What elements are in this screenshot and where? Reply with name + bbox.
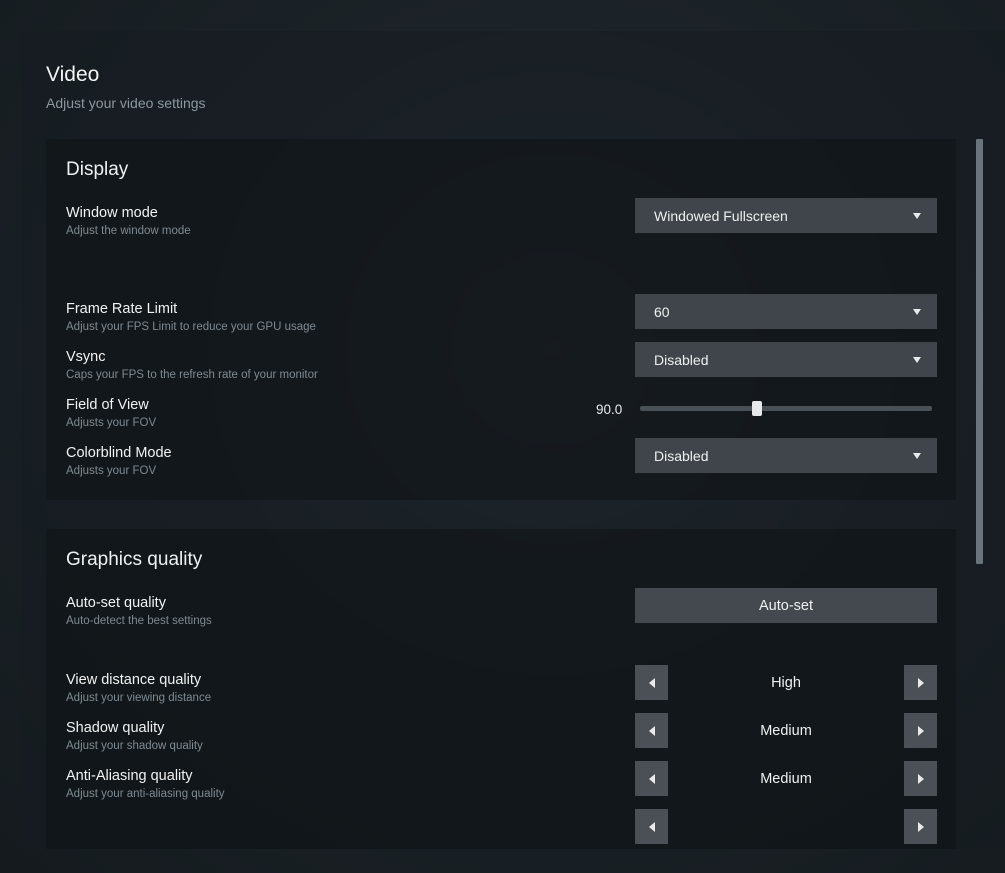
stepper-value: Medium: [760, 723, 812, 739]
setting-label: Vsync: [66, 349, 106, 365]
setting-label: Anti-Aliasing quality: [66, 768, 193, 784]
vsync-dropdown[interactable]: Disabled: [635, 342, 937, 377]
display-section: Display Window mode Adjust the window mo…: [46, 139, 956, 500]
arrow-right-icon: [917, 725, 924, 736]
slider-thumb[interactable]: [751, 401, 762, 416]
scrollbar[interactable]: [976, 139, 983, 564]
setting-auto-set-quality: Auto-set quality Auto-detect the best se…: [66, 588, 937, 635]
setting-description: Auto-detect the best settings: [66, 615, 212, 627]
setting-label: Window mode: [66, 205, 158, 221]
dropdown-value: Windowed Fullscreen: [654, 208, 788, 224]
dropdown-value: 60: [654, 304, 670, 320]
next-button[interactable]: [904, 713, 937, 748]
setting-description: Adjust your viewing distance: [66, 692, 212, 704]
caret-down-icon: [913, 453, 921, 459]
setting-label: View distance quality: [66, 672, 202, 688]
setting-shadow-quality: Shadow quality Adjust your shadow qualit…: [66, 713, 937, 760]
previous-button[interactable]: [635, 665, 668, 700]
setting-description: Adjust your anti-aliasing quality: [66, 788, 225, 800]
setting-anti-aliasing-quality: Anti-Aliasing quality Adjust your anti-a…: [66, 761, 937, 808]
section-title-display: Display: [66, 159, 129, 180]
caret-down-icon: [913, 213, 921, 219]
setting-label: Field of View: [66, 397, 149, 413]
graphics-quality-section: Graphics quality Auto-set quality Auto-d…: [46, 529, 956, 849]
dropdown-value: Disabled: [654, 352, 709, 368]
setting-colorblind-mode: Colorblind Mode Adjusts your FOV Disable…: [66, 438, 937, 485]
setting-description: Adjusts your FOV: [66, 465, 157, 477]
page-title: Video: [46, 63, 100, 86]
fov-slider[interactable]: [640, 401, 932, 416]
setting-field-of-view: Field of View Adjusts your FOV 90.0: [66, 397, 936, 437]
frame-rate-dropdown[interactable]: 60: [635, 294, 937, 329]
caret-down-icon: [913, 309, 921, 315]
arrow-left-icon: [648, 821, 655, 832]
previous-button[interactable]: [635, 761, 668, 796]
video-settings-panel: Video Adjust your video settings Display…: [21, 31, 1005, 849]
setting-label: Frame Rate Limit: [66, 301, 178, 317]
dropdown-value: Disabled: [654, 448, 709, 464]
setting-label: Colorblind Mode: [66, 445, 172, 461]
setting-partial-row: [66, 809, 937, 849]
colorblind-dropdown[interactable]: Disabled: [635, 438, 937, 473]
setting-label: Shadow quality: [66, 720, 165, 736]
next-button[interactable]: [904, 809, 937, 844]
stepper-value: Medium: [760, 771, 812, 787]
setting-description: Adjust your shadow quality: [66, 740, 203, 752]
arrow-left-icon: [648, 677, 655, 688]
panel-header: Video Adjust your video settings: [46, 63, 206, 111]
partial-stepper: [635, 809, 937, 844]
window-mode-dropdown[interactable]: Windowed Fullscreen: [635, 198, 937, 233]
setting-description: Adjust your FPS Limit to reduce your GPU…: [66, 321, 316, 333]
settings-scroll-area[interactable]: Display Window mode Adjust the window mo…: [46, 139, 956, 849]
anti-aliasing-stepper: Medium: [635, 761, 937, 796]
previous-button[interactable]: [635, 809, 668, 844]
previous-button[interactable]: [635, 713, 668, 748]
arrow-right-icon: [917, 677, 924, 688]
setting-vsync: Vsync Caps your FPS to the refresh rate …: [66, 342, 937, 389]
next-button[interactable]: [904, 665, 937, 700]
page-subtitle: Adjust your video settings: [46, 95, 206, 111]
arrow-right-icon: [917, 773, 924, 784]
setting-window-mode: Window mode Adjust the window mode Windo…: [66, 198, 937, 245]
shadow-quality-stepper: Medium: [635, 713, 937, 748]
auto-set-button[interactable]: Auto-set: [635, 588, 937, 623]
arrow-left-icon: [648, 773, 655, 784]
setting-frame-rate-limit: Frame Rate Limit Adjust your FPS Limit t…: [66, 294, 937, 341]
next-button[interactable]: [904, 761, 937, 796]
section-title-graphics: Graphics quality: [66, 549, 203, 570]
view-distance-stepper: High: [635, 665, 937, 700]
setting-description: Adjust the window mode: [66, 225, 191, 237]
caret-down-icon: [913, 357, 921, 363]
arrow-right-icon: [917, 821, 924, 832]
setting-description: Caps your FPS to the refresh rate of you…: [66, 369, 318, 381]
arrow-left-icon: [648, 725, 655, 736]
setting-description: Adjusts your FOV: [66, 417, 157, 429]
setting-view-distance: View distance quality Adjust your viewin…: [66, 665, 937, 712]
fov-value: 90.0: [596, 402, 623, 417]
stepper-value: High: [771, 675, 801, 691]
setting-label: Auto-set quality: [66, 595, 166, 611]
